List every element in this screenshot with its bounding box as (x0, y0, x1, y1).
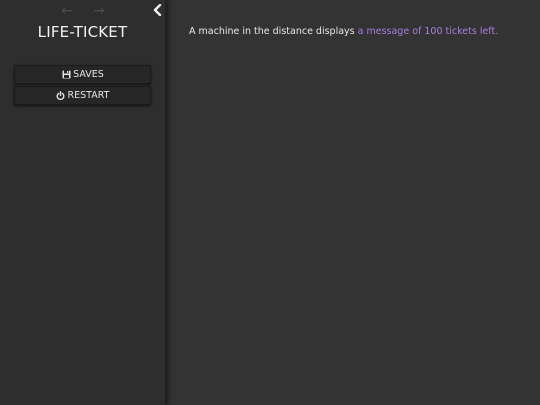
arrow-right-icon: → (93, 3, 105, 19)
passage-link[interactable]: a message of 100 tickets left. (358, 26, 499, 37)
passage: A machine in the distance displays a mes… (189, 25, 519, 39)
passage-text: A machine in the distance displays (189, 26, 358, 37)
power-icon (56, 91, 66, 101)
history-forward-button[interactable]: → (90, 2, 108, 20)
arrow-left-icon: ← (61, 3, 73, 19)
story-title: LIFE-TICKET (37, 23, 128, 41)
saves-button[interactable]: SAVES (14, 65, 151, 84)
game-window: ← → LIFE-TICKET SAVES RESTART A machine … (0, 0, 540, 405)
ui-bar: ← → LIFE-TICKET SAVES RESTART (0, 0, 166, 405)
restart-label: RESTART (67, 90, 110, 101)
floppy-disk-icon (61, 70, 71, 80)
chevron-left-icon (153, 3, 161, 17)
stow-sidebar-button[interactable] (149, 2, 165, 20)
story-menu: SAVES RESTART (14, 65, 151, 107)
history-back-button[interactable]: ← (58, 2, 76, 20)
restart-button[interactable]: RESTART (14, 86, 151, 105)
saves-label: SAVES (73, 69, 104, 80)
history-nav: ← → (0, 2, 165, 20)
